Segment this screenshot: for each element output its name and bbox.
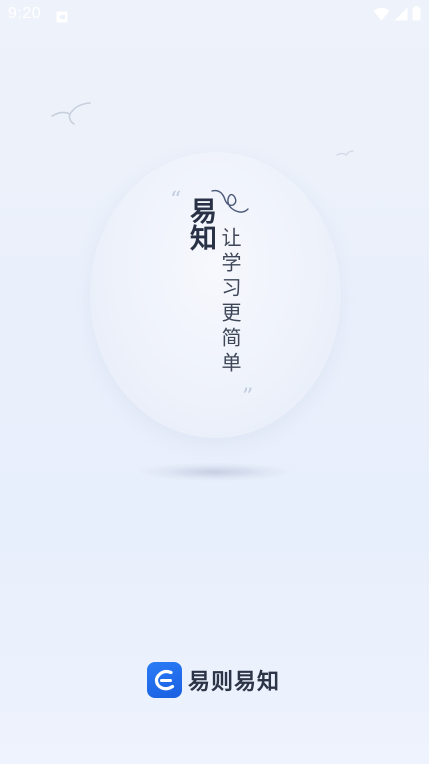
quote-open-mark: “: [170, 188, 182, 213]
status-bar: 9:20: [0, 0, 429, 28]
status-time: 9:20: [8, 5, 42, 22]
bird-icon: [50, 100, 92, 130]
bird-icon: [336, 146, 354, 165]
app-name: 易则易知: [188, 670, 281, 695]
app-logo-icon: [147, 662, 182, 698]
status-icons: [373, 6, 421, 25]
notification-icon: [56, 8, 68, 27]
battery-icon: [412, 6, 421, 25]
cellular-signal-icon: [394, 6, 408, 25]
footer-brand: 易则易知: [147, 662, 280, 698]
slogan-vertical: 让学习更简单: [218, 227, 242, 377]
quote-close-mark: ”: [242, 385, 254, 410]
brand-name-vertical: 易知: [185, 197, 216, 251]
wifi-icon: [373, 6, 390, 25]
circle-shadow: [140, 463, 290, 481]
